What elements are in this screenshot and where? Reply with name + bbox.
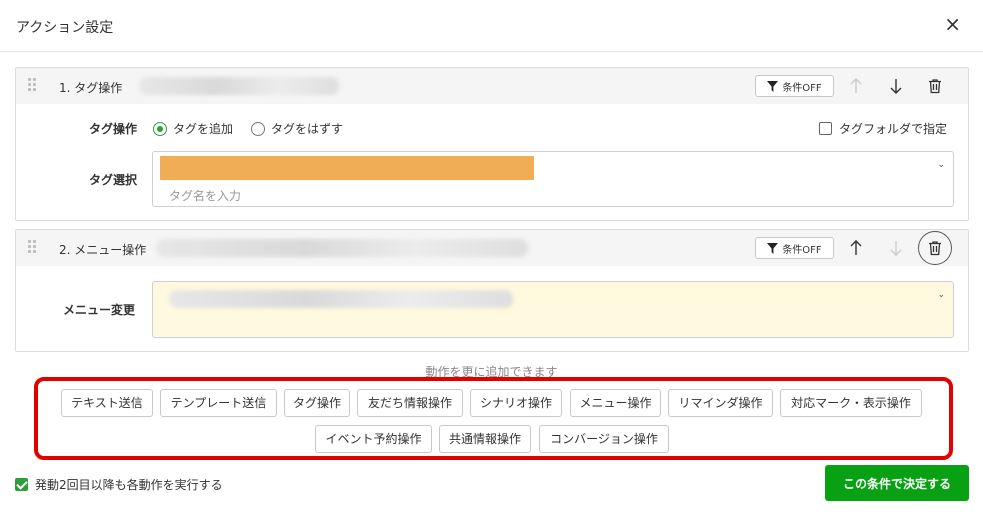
tag-select-label: タグ選択 [89, 173, 138, 187]
redacted-text [139, 77, 339, 95]
action-card-tag: 1. タグ操作 条件OFF タグ操作 タグを追加 タグをはずす タグフォルダで指… [15, 67, 969, 221]
action-card-header: 2. メニュー操作 条件OFF [16, 230, 968, 266]
menu-change-label: メニュー変更 [63, 303, 136, 317]
modal-title: アクション設定 [16, 20, 114, 36]
trash-icon [929, 241, 941, 256]
add-event-booking-button[interactable]: イベント予約操作 [315, 425, 432, 453]
radio-remove-tag[interactable]: タグをはずす [251, 120, 343, 137]
condition-toggle-label: 条件OFF [782, 244, 822, 256]
trash-icon [929, 79, 941, 94]
add-common-info-button[interactable]: 共通情報操作 [439, 425, 531, 453]
action-title: 2. メニュー操作 [59, 243, 147, 257]
close-icon[interactable]: × [944, 13, 961, 35]
add-template-send-button[interactable]: テンプレート送信 [160, 389, 277, 417]
tag-folder-label: タグフォルダで指定 [839, 122, 948, 136]
add-mark-display-button[interactable]: 対応マーク・表示操作 [780, 389, 922, 417]
radio-selected-icon [153, 121, 167, 136]
checkbox-unchecked-icon [819, 122, 832, 135]
add-scenario-button[interactable]: シナリオ操作 [470, 389, 562, 417]
condition-toggle-button[interactable]: 条件OFF [755, 237, 834, 259]
drag-handle-icon[interactable] [28, 240, 38, 254]
arrow-up-icon [850, 78, 862, 93]
arrow-down-icon [890, 79, 902, 94]
move-up-button[interactable] [842, 72, 870, 100]
move-down-button[interactable] [882, 234, 910, 262]
radio-remove-label: タグをはずす [271, 122, 344, 136]
add-tag-operation-button[interactable]: タグ操作 [284, 389, 350, 417]
action-title: 1. タグ操作 [59, 81, 123, 95]
radio-add-tag[interactable]: タグを追加 [153, 120, 233, 137]
move-down-button[interactable] [882, 72, 910, 100]
selected-tag-chip[interactable] [160, 156, 534, 180]
add-text-send-button[interactable]: テキスト送信 [61, 389, 153, 417]
radio-unselected-icon [251, 121, 265, 136]
chevron-down-icon: ⌄ [937, 160, 945, 170]
radio-add-label: タグを追加 [173, 122, 234, 136]
condition-toggle-label: 条件OFF [782, 82, 822, 94]
arrow-down-icon [890, 241, 902, 256]
filter-icon [767, 80, 779, 92]
add-reminder-button[interactable]: リマインダ操作 [668, 389, 773, 417]
repeat-actions-checkbox[interactable]: 発動2回目以降も各動作を実行する [15, 476, 223, 493]
drag-handle-icon[interactable] [28, 78, 38, 92]
action-settings-modal: アクション設定 × 1. タグ操作 条件OFF タグ操作 タグを追加 タグをはず… [0, 0, 983, 530]
redacted-menu-value [169, 290, 513, 308]
move-up-button[interactable] [842, 234, 870, 262]
tag-input-placeholder: タグ名を入力 [169, 189, 242, 203]
tag-operation-label: タグ操作 [89, 122, 138, 136]
tag-folder-checkbox[interactable]: タグフォルダで指定 [819, 120, 947, 137]
repeat-actions-label: 発動2回目以降も各動作を実行する [35, 478, 223, 492]
action-card-menu: 2. メニュー操作 条件OFF メニュー変更 ⌄ [15, 229, 969, 352]
redacted-text [156, 239, 528, 257]
menu-select-input[interactable]: ⌄ [152, 281, 954, 338]
add-friend-info-button[interactable]: 友だち情報操作 [357, 389, 463, 417]
arrow-up-icon [850, 240, 862, 255]
filter-icon [767, 242, 779, 254]
add-menu-operation-button[interactable]: メニュー操作 [570, 389, 661, 417]
delete-button[interactable] [921, 72, 949, 100]
action-card-header: 1. タグ操作 条件OFF [16, 68, 968, 104]
submit-button[interactable]: この条件で決定する [825, 465, 969, 501]
tag-select-input[interactable]: タグ名を入力 ⌄ [152, 151, 954, 207]
chevron-down-icon: ⌄ [937, 290, 945, 300]
checkbox-checked-icon [15, 478, 28, 491]
modal-header: アクション設定 × [0, 0, 983, 52]
delete-button[interactable] [918, 231, 952, 265]
condition-toggle-button[interactable]: 条件OFF [755, 75, 834, 97]
add-conversion-button[interactable]: コンバージョン操作 [539, 425, 669, 453]
